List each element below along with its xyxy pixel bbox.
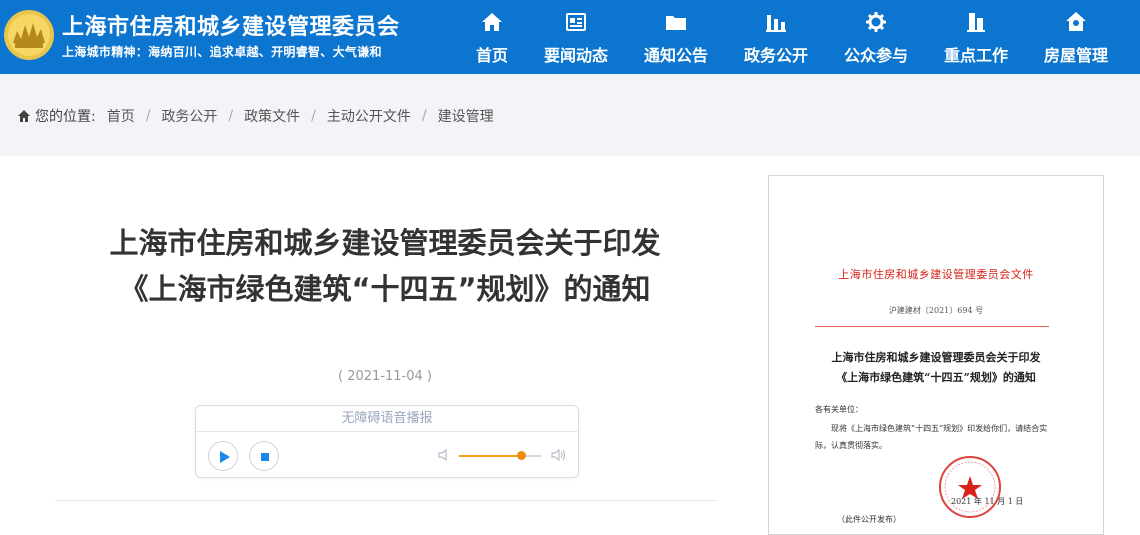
nav-label: 政务公开 <box>743 46 808 65</box>
home-icon <box>18 110 30 122</box>
nav-label: 要闻动态 <box>543 46 608 65</box>
nav-label: 重点工作 <box>943 46 1008 65</box>
official-seal-icon <box>939 456 1001 518</box>
document-issuer: 上海市住房和城乡建设管理委员会文件 <box>838 268 1034 281</box>
bar-chart-icon <box>766 15 786 32</box>
breadcrumb-link[interactable]: 政务公开 <box>161 106 217 126</box>
nav-label: 首页 <box>475 46 508 65</box>
volume-fill <box>459 455 521 457</box>
document-footnote: （此件公开发布） <box>837 515 901 524</box>
nav-label: 公众参与 <box>843 46 908 65</box>
breadcrumb-separator: / <box>311 108 316 124</box>
document-body: 现将《上海市绿色建筑“十四五”规划》印发给你们，请结合实际，认真贯彻落实。 <box>815 424 1048 450</box>
news-icon <box>566 13 586 31</box>
player-title: 无障碍语音播报 <box>196 406 578 432</box>
nav-item-public-participation[interactable]: 公众参与 <box>831 0 921 74</box>
document-number: 沪建建材〔2021〕694 号 <box>888 306 984 315</box>
stop-icon <box>261 453 269 461</box>
site-header: 上海市住房和城乡建设管理委员会 上海城市精神：海纳百川、追求卓越、开明睿智、大气… <box>0 0 1140 74</box>
content-divider <box>55 500 717 501</box>
site-motto: 上海城市精神：海纳百川、追求卓越、开明睿智、大气谦和 <box>62 45 382 59</box>
article-title: 上海市住房和城乡建设管理委员会关于印发《上海市绿色建筑“十四五”规划》的通知 <box>109 226 661 306</box>
breadcrumb-separator: / <box>145 108 151 124</box>
document-title-line: 《上海市绿色建筑“十四五”规划》的通知 <box>836 371 1036 384</box>
nav-item-news[interactable]: 要闻动态 <box>531 0 621 74</box>
audio-player: 无障碍语音播报 <box>195 405 579 478</box>
breadcrumb-prefix: 您的位置: <box>35 109 96 125</box>
nav-item-notices[interactable]: 通知公告 <box>631 0 721 74</box>
document-preview[interactable]: 上海市住房和城乡建设管理委员会文件 沪建建材〔2021〕694 号 上海市住房和… <box>768 175 1104 535</box>
breadcrumb-separator: / <box>228 108 234 124</box>
gear-icon <box>866 12 886 32</box>
nav-label: 通知公告 <box>643 46 708 65</box>
article-date: ( 2021-11-04 ) <box>338 369 432 384</box>
nav-item-key-work[interactable]: 重点工作 <box>931 0 1021 74</box>
volume-high-icon[interactable] <box>550 447 567 463</box>
breadcrumb-separator: / <box>421 108 427 124</box>
document-red-rule <box>815 326 1049 327</box>
nav-item-housing[interactable]: 房屋管理 <box>1031 0 1121 74</box>
play-icon <box>220 451 230 463</box>
nav-label: 房屋管理 <box>1043 46 1108 65</box>
building-icon <box>967 13 985 32</box>
document-date: 2021 年 11 月 1 日 <box>951 497 1024 506</box>
breadcrumb-link[interactable]: 建设管理 <box>438 106 494 126</box>
logo-icon[interactable] <box>3 9 55 61</box>
document-greeting: 各有关单位： <box>815 405 863 414</box>
folder-icon <box>666 16 686 30</box>
home-icon <box>482 13 502 31</box>
volume-low-icon[interactable] <box>437 448 451 462</box>
stop-button[interactable] <box>249 441 279 471</box>
nav-item-home[interactable]: 首页 <box>447 0 537 74</box>
house-icon <box>1066 12 1086 31</box>
document-title: 上海市住房和城乡建设管理委员会关于印发 《上海市绿色建筑“十四五”规划》的通知 <box>799 348 1073 388</box>
breadcrumb: 您的位置: 首页 / 政务公开 / 政策文件 / 主动公开文件 / 建设管理 <box>17 106 494 126</box>
play-button[interactable] <box>208 441 238 471</box>
breadcrumb-link[interactable]: 主动公开文件 <box>327 106 411 126</box>
breadcrumb-link[interactable]: 政策文件 <box>244 106 300 126</box>
breadcrumb-bar: 您的位置: 首页 / 政务公开 / 政策文件 / 主动公开文件 / 建设管理 <box>0 74 1140 156</box>
site-title[interactable]: 上海市住房和城乡建设管理委员会 <box>62 9 400 41</box>
main-nav: 首页 要闻动态 通知公告 政务公开 公众参与 重点工作 房屋管理 <box>460 0 1140 74</box>
volume-knob[interactable] <box>516 451 526 460</box>
breadcrumb-link[interactable]: 首页 <box>107 106 135 126</box>
document-title-line: 上海市住房和城乡建设管理委员会关于印发 <box>831 351 1041 364</box>
volume-slider[interactable] <box>459 451 541 460</box>
nav-item-gov-affairs[interactable]: 政务公开 <box>731 0 821 74</box>
